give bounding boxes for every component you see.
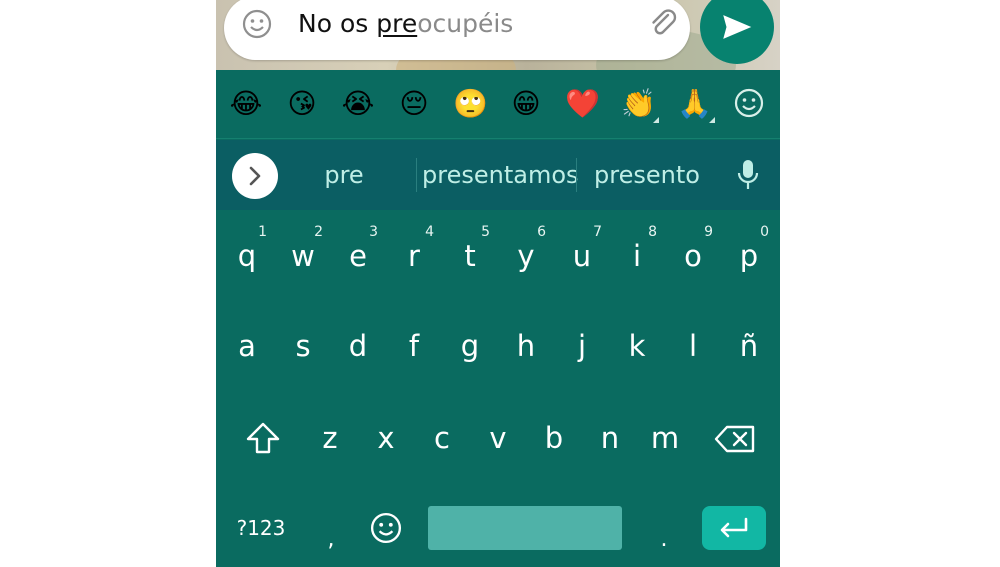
keyboard: q1 w2 e3 r4 t5 y6 u7 i8 o9 p0 a s d f g …: [216, 210, 780, 567]
emoji-keyboard-icon[interactable]: [734, 88, 764, 118]
message-input-text[interactable]: No os preocupéis: [298, 8, 513, 40]
suggestion-divider: [576, 158, 577, 192]
key-f[interactable]: f: [386, 306, 442, 386]
send-icon: [723, 15, 752, 39]
skin-tone-indicator: [653, 117, 659, 123]
key-u[interactable]: u7: [554, 216, 610, 296]
key-a[interactable]: a: [219, 306, 275, 386]
key-d[interactable]: d: [330, 306, 386, 386]
backspace-key[interactable]: [708, 398, 762, 478]
smiley-icon: [370, 512, 402, 544]
emoji-key[interactable]: ❤️: [565, 87, 600, 121]
skin-tone-indicator: [709, 117, 715, 123]
expand-toolbar-button[interactable]: [232, 153, 278, 199]
autocomplete-ghost-text: ocupéis: [417, 9, 514, 38]
key-v[interactable]: v: [470, 398, 526, 478]
key-k[interactable]: k: [609, 306, 665, 386]
emoji-key-button[interactable]: [366, 510, 406, 546]
space-bar[interactable]: [428, 506, 622, 550]
key-j[interactable]: j: [554, 306, 610, 386]
key-s[interactable]: s: [275, 306, 331, 386]
key-r[interactable]: r4: [386, 216, 442, 296]
period-key[interactable]: .: [652, 522, 676, 558]
key-i[interactable]: i8: [609, 216, 665, 296]
key-b[interactable]: b: [526, 398, 582, 478]
phone-screen: No os preocupéis 😂 😘 😭 😔 🙄 😁 ❤️ 👏 🙏 pre …: [216, 0, 780, 567]
key-e[interactable]: e3: [330, 216, 386, 296]
smiley-icon[interactable]: [242, 9, 272, 39]
key-p[interactable]: p0: [721, 216, 777, 296]
enter-icon: [720, 517, 748, 538]
backspace-icon: [714, 425, 755, 453]
suggestion-2[interactable]: presentamos: [422, 158, 579, 192]
typed-text: No os: [298, 9, 377, 38]
key-g[interactable]: g: [442, 306, 498, 386]
key-z[interactable]: z: [302, 398, 358, 478]
emoji-key[interactable]: 😁: [509, 87, 543, 121]
symbols-key[interactable]: ?123: [230, 510, 292, 546]
key-y[interactable]: y6: [498, 216, 554, 296]
key-l[interactable]: l: [665, 306, 721, 386]
key-o[interactable]: o9: [665, 216, 721, 296]
emoji-key[interactable]: 😂: [229, 87, 263, 121]
emoji-key[interactable]: 🙄: [453, 87, 488, 121]
chevron-right-icon: [249, 166, 261, 186]
emoji-key[interactable]: 👏: [621, 87, 659, 123]
emoji-key[interactable]: 😘: [285, 87, 319, 121]
key-x[interactable]: x: [358, 398, 414, 478]
composing-text: pre: [376, 9, 418, 38]
emoji-key[interactable]: 😭: [341, 87, 375, 121]
suggestion-3[interactable]: presento: [582, 158, 712, 192]
suggestion-1[interactable]: pre: [296, 158, 392, 192]
key-q[interactable]: q1: [219, 216, 275, 296]
word-suggestion-strip: pre presentamos presento: [216, 140, 780, 210]
enter-key[interactable]: [702, 506, 766, 550]
key-m[interactable]: m: [637, 398, 693, 478]
key-n-tilde[interactable]: ñ: [721, 306, 777, 386]
emoji-key[interactable]: 😔: [397, 87, 431, 121]
shift-key[interactable]: [233, 398, 293, 478]
suggestion-divider: [416, 158, 417, 192]
emoji-key[interactable]: 🙏: [677, 87, 715, 123]
comma-key[interactable]: ,: [316, 522, 346, 558]
key-w[interactable]: w2: [275, 216, 331, 296]
microphone-icon[interactable]: [736, 159, 760, 191]
key-c[interactable]: c: [414, 398, 470, 478]
shift-icon: [246, 422, 280, 454]
key-t[interactable]: t5: [442, 216, 498, 296]
key-n[interactable]: n: [582, 398, 638, 478]
emoji-suggestion-bar: 😂 😘 😭 😔 🙄 😁 ❤️ 👏 🙏: [216, 70, 780, 139]
message-input-box[interactable]: No os preocupéis: [224, 0, 690, 60]
key-h[interactable]: h: [498, 306, 554, 386]
paperclip-icon[interactable]: [646, 6, 680, 40]
